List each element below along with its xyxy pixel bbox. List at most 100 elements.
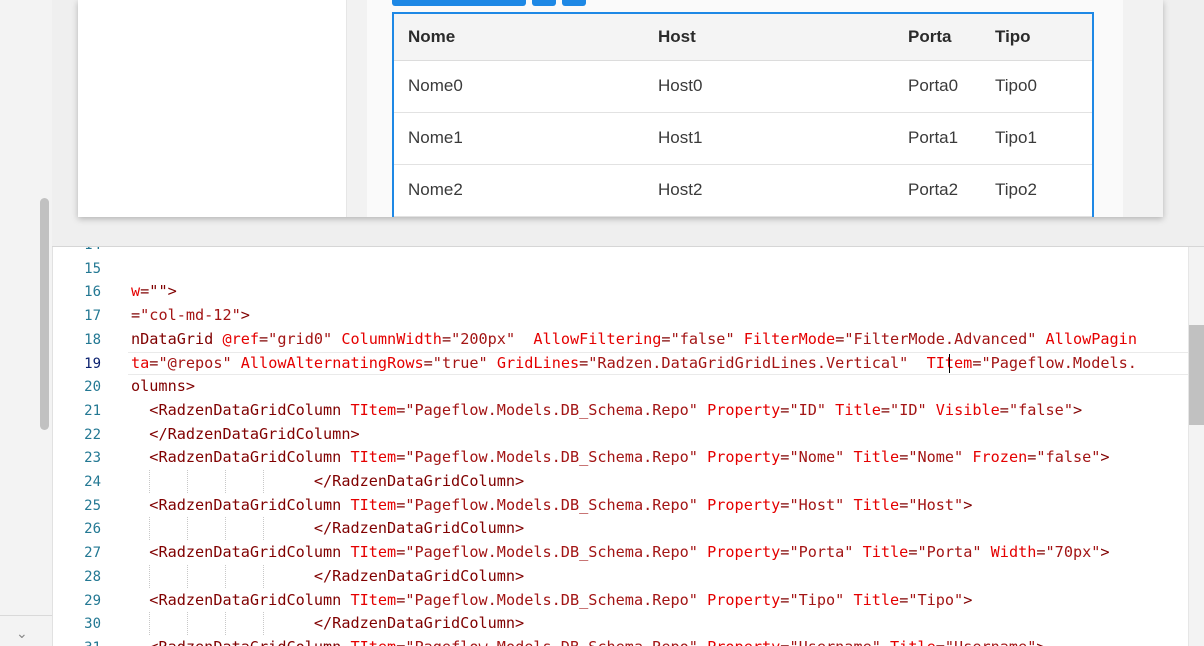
code-token: =: [899, 448, 909, 467]
code-line[interactable]: olumns>: [131, 375, 195, 398]
toolbar-button[interactable]: [392, 0, 526, 6]
code-token: =: [899, 590, 909, 609]
code-token: RadzenDataGridColumn: [158, 543, 351, 562]
code-token: TItem: [350, 400, 397, 419]
code-token: RadzenDataGridColumn: [158, 400, 351, 419]
code-token: =: [579, 353, 589, 372]
code-token: =: [899, 495, 909, 514]
indent-guide: [187, 517, 188, 541]
line-number: 25: [84, 497, 101, 514]
table-row[interactable]: Nome0 Host0 Porta0 Tipo0: [394, 61, 1092, 113]
table-cell: Tipo2: [995, 180, 1037, 199]
table-cell: Host1: [658, 128, 703, 147]
code-token: AllowAlternatingRows: [240, 353, 424, 372]
code-line[interactable]: </RadzenDataGridColumn>: [131, 517, 524, 540]
left-scrollbar-thumb[interactable]: [40, 198, 49, 430]
code-token: Title: [853, 590, 900, 609]
code-line[interactable]: <RadzenDataGridColumn TItem="Pageflow.Mo…: [131, 494, 972, 517]
column-header-host[interactable]: Host: [658, 14, 696, 60]
line-number: 23: [84, 450, 101, 467]
line-number-gutter: 14 15 16 17 18 19 20 21 22 23 24 25 26 27 28 29 30 31: [53, 247, 129, 646]
column-header-porta[interactable]: Porta: [908, 14, 951, 60]
data-grid[interactable]: Nome Host Porta Tipo Nome0 Host0 Porta0 …: [392, 12, 1094, 217]
code-token: nDataGrid: [131, 329, 223, 348]
code-token: "Tipo": [908, 590, 964, 609]
table-cell: Host0: [658, 76, 703, 95]
code-token: =: [441, 329, 452, 348]
code-token: =: [131, 306, 141, 325]
code-token: TItem: [350, 590, 397, 609]
indent-guide: [263, 470, 264, 493]
indent-guide: [263, 612, 264, 636]
line-number: 20: [84, 379, 101, 396]
code-token: @ref: [222, 329, 260, 348]
code-line[interactable]: nDataGrid @ref="grid0" ColumnWidth="200p…: [131, 328, 1137, 351]
code-token: "Pageflow.Models.DB_Schema.Repo": [405, 448, 698, 467]
editor-scrollbar-thumb[interactable]: [1189, 325, 1204, 425]
indent-guide: [187, 470, 188, 493]
code-line[interactable]: <RadzenDataGridColumn TItem="Pageflow.Mo…: [131, 399, 1082, 422]
indent-guide: [225, 517, 226, 541]
code-line[interactable]: <RadzenDataGridColumn TItem="Pageflow.Mo…: [131, 589, 972, 612]
line-number: 15: [84, 260, 101, 277]
code-token: AllowFiltering: [533, 329, 662, 348]
code-line[interactable]: <RadzenDataGridColumn TItem="Pageflow.Mo…: [131, 541, 1109, 564]
table-cell: Nome1: [408, 128, 463, 147]
indent-guide: [187, 612, 188, 636]
code-token: >: [1100, 448, 1110, 467]
code-token: >: [185, 377, 196, 396]
code-token: =: [936, 638, 945, 646]
code-token: =: [423, 353, 433, 372]
indent-guide: [225, 470, 226, 493]
indent-guide: [187, 564, 188, 588]
code-token: Property: [707, 590, 781, 609]
code-editor[interactable]: 141516171819202122232425262728293031 w="…: [53, 247, 1188, 646]
table-cell: Tipo0: [995, 76, 1037, 95]
code-token: "Username": [945, 638, 1036, 646]
editor-scrollbar[interactable]: [1188, 247, 1204, 646]
code-token: "Pageflow.Models.DB_Schema.Repo": [405, 543, 698, 562]
code-token: "Nome": [908, 448, 964, 467]
code-token: =: [396, 590, 406, 609]
column-header-nome[interactable]: Nome: [408, 14, 455, 60]
code-line[interactable]: <RadzenDataGridColumn TItem="Pageflow.Mo…: [131, 636, 1045, 646]
code-token: "false": [1008, 400, 1073, 419]
app-sidebar: [78, 0, 347, 217]
indent-guide: [263, 517, 264, 541]
code-line[interactable]: w="">: [131, 280, 177, 303]
table-row[interactable]: Nome2 Host2 Porta2 Tipo2: [394, 165, 1092, 217]
code-line[interactable]: ="col-md-12">: [131, 304, 250, 327]
code-line[interactable]: </RadzenDataGridColumn>: [131, 612, 524, 635]
table-cell: Porta2: [908, 180, 959, 199]
table-row[interactable]: Nome1 Host1 Porta1 Tipo1: [394, 113, 1092, 165]
toolbar-icon-button[interactable]: [562, 0, 586, 6]
code-token: Title: [862, 543, 909, 562]
code-line[interactable]: </RadzenDataGridColumn>: [131, 470, 524, 493]
indent-guide: [263, 564, 264, 588]
code-token: </: [313, 519, 333, 538]
text-cursor: [949, 353, 950, 373]
code-line[interactable]: </RadzenDataGridColumn>: [131, 423, 359, 446]
code-token: Property: [707, 638, 780, 646]
code-line[interactable]: <RadzenDataGridColumn TItem="Pageflow.Mo…: [131, 446, 1110, 469]
column-header-tipo[interactable]: Tipo: [995, 14, 1031, 60]
code-token: "Tipo": [789, 590, 845, 609]
chevron-down-icon[interactable]: ⌄: [16, 626, 28, 640]
code-line[interactable]: </RadzenDataGridColumn>: [131, 565, 524, 588]
code-token: =: [1036, 543, 1046, 562]
code-line[interactable]: ta="@repos" AllowAlternatingRows="true" …: [131, 352, 1137, 375]
code-token: "Host": [789, 495, 845, 514]
code-token: Visible: [935, 400, 1000, 419]
toolbar-icon-button[interactable]: [532, 0, 556, 6]
code-token: >: [515, 566, 525, 585]
code-token: =: [880, 400, 891, 419]
code-token: "Radzen.DataGridGridLines.Vertical": [588, 353, 909, 372]
